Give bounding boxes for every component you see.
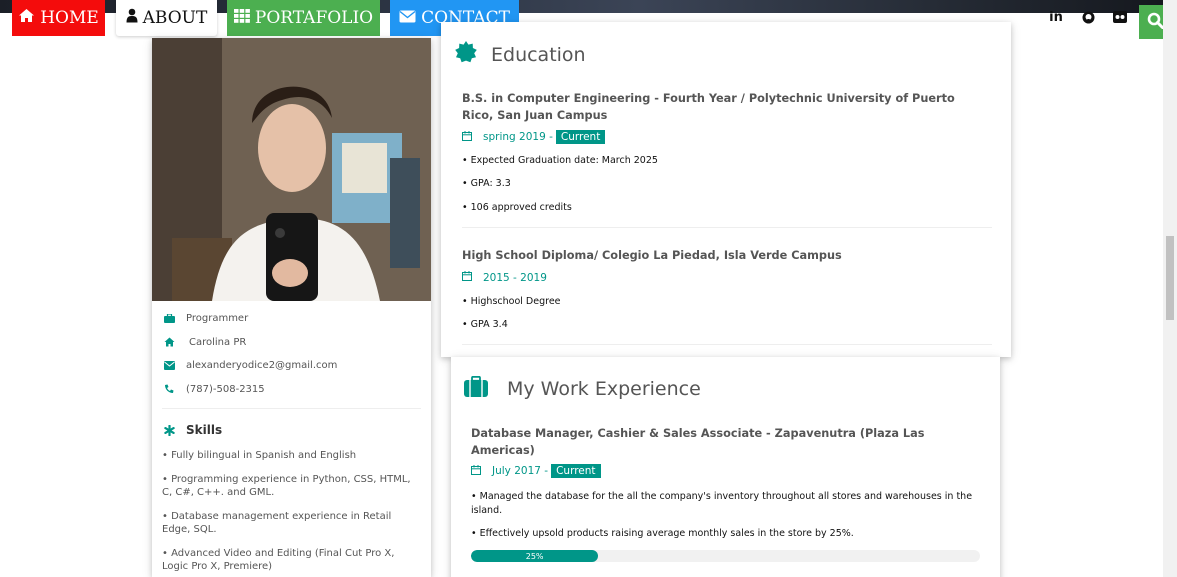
current-badge: Current <box>551 464 601 478</box>
entry-divider <box>462 227 992 228</box>
education-title: Education <box>491 43 586 66</box>
email-row: alexanderyodice2@gmail.com <box>152 354 431 378</box>
phone-row: (787)-508-2315 <box>152 378 431 402</box>
email-text[interactable]: alexanderyodice2@gmail.com <box>186 360 337 371</box>
location-row: Carolina PR <box>152 331 431 355</box>
skill-item: • Programming experience in Python, CSS,… <box>162 474 411 498</box>
education-entry-date: spring 2019 - Current <box>462 130 606 144</box>
work-entry-date: July 2017 - Current <box>471 464 601 478</box>
home-icon <box>18 8 35 28</box>
skills-title: Skills <box>186 423 223 437</box>
suitcase-icon <box>464 375 488 402</box>
nav-home-label: HOME <box>40 8 99 28</box>
location-text: Carolina PR <box>189 336 247 348</box>
scrollbar-thumb[interactable] <box>1166 236 1174 320</box>
github-icon[interactable] <box>1079 9 1097 25</box>
education-entry-title: High School Diploma/ Colegio La Piedad, … <box>462 249 842 262</box>
grid-icon <box>233 8 250 28</box>
progress-bar-fill: 25% <box>471 550 599 562</box>
linkedin-icon[interactable]: in <box>1047 9 1065 25</box>
education-bullet: • 106 approved credits <box>462 202 572 213</box>
occupation-text: Programmer <box>186 313 249 325</box>
asterisk-icon <box>164 424 186 436</box>
phone-icon <box>164 384 186 394</box>
flickr-icon[interactable] <box>1111 9 1129 25</box>
date-text: 2015 - 2019 <box>483 271 547 284</box>
nav-about-button[interactable]: ABOUT <box>116 0 217 36</box>
user-icon <box>126 8 138 28</box>
envelope-icon <box>399 8 416 28</box>
certificate-icon <box>455 41 477 68</box>
skill-item: • Advanced Video and Editing (Final Cut … <box>162 548 395 572</box>
work-bullet: • Effectively upsold products raising av… <box>471 528 854 539</box>
education-card: Education B.S. in Computer Engineering -… <box>441 22 1011 357</box>
phone-text: (787)-508-2315 <box>186 383 265 395</box>
education-bullet: • GPA 3.4 <box>462 319 508 330</box>
nav-home-button[interactable]: HOME <box>12 0 105 36</box>
date-text: July 2017 - <box>492 465 549 477</box>
education-entry-date: 2015 - 2019 <box>462 271 547 284</box>
current-badge: Current <box>555 130 606 144</box>
work-heading: My Work Experience <box>464 375 701 402</box>
profile-photo <box>152 38 431 301</box>
education-bullet: • GPA: 3.3 <box>462 178 511 189</box>
calendar-icon <box>462 130 472 144</box>
calendar-icon <box>462 271 472 284</box>
work-experience-card: My Work Experience Database Manager, Cas… <box>451 357 1000 577</box>
entry-divider <box>462 344 992 345</box>
occupation-row: Programmer <box>152 307 431 331</box>
briefcase-icon <box>164 314 186 324</box>
skill-item: • Database management experience in Reta… <box>162 511 392 535</box>
nav-portfolio-button[interactable]: PORTAFOLIO <box>227 0 380 36</box>
envelope-icon <box>164 361 186 371</box>
education-entry-title: B.S. in Computer Engineering - Fourth Ye… <box>462 92 955 122</box>
page-scrollbar[interactable] <box>1163 0 1177 577</box>
nav-portfolio-label: PORTAFOLIO <box>254 8 374 28</box>
work-title: My Work Experience <box>507 378 701 400</box>
skill-item: • Fully bilingual in Spanish and English <box>162 450 357 461</box>
work-entry-title: Database Manager, Cashier & Sales Associ… <box>471 427 925 457</box>
progress-label: 25% <box>525 551 544 561</box>
education-heading: Education <box>455 41 586 68</box>
education-bullet: • Highschool Degree <box>462 296 561 307</box>
nav-about-label: ABOUT <box>142 8 208 28</box>
profile-divider <box>162 408 421 409</box>
profile-card: Programmer Carolina PR alexanderyodice2@… <box>152 38 431 577</box>
work-bullet: • Managed the database for the all the c… <box>471 491 973 516</box>
progress-bar: 25% <box>471 550 980 562</box>
date-text: spring 2019 - <box>483 131 553 143</box>
linkedin-label: in <box>1049 9 1063 25</box>
search-icon <box>1147 12 1164 33</box>
education-bullet: • Expected Graduation date: March 2025 <box>462 155 658 166</box>
home-icon <box>164 337 186 347</box>
calendar-icon <box>471 464 481 478</box>
skills-heading: Skills <box>152 423 431 437</box>
